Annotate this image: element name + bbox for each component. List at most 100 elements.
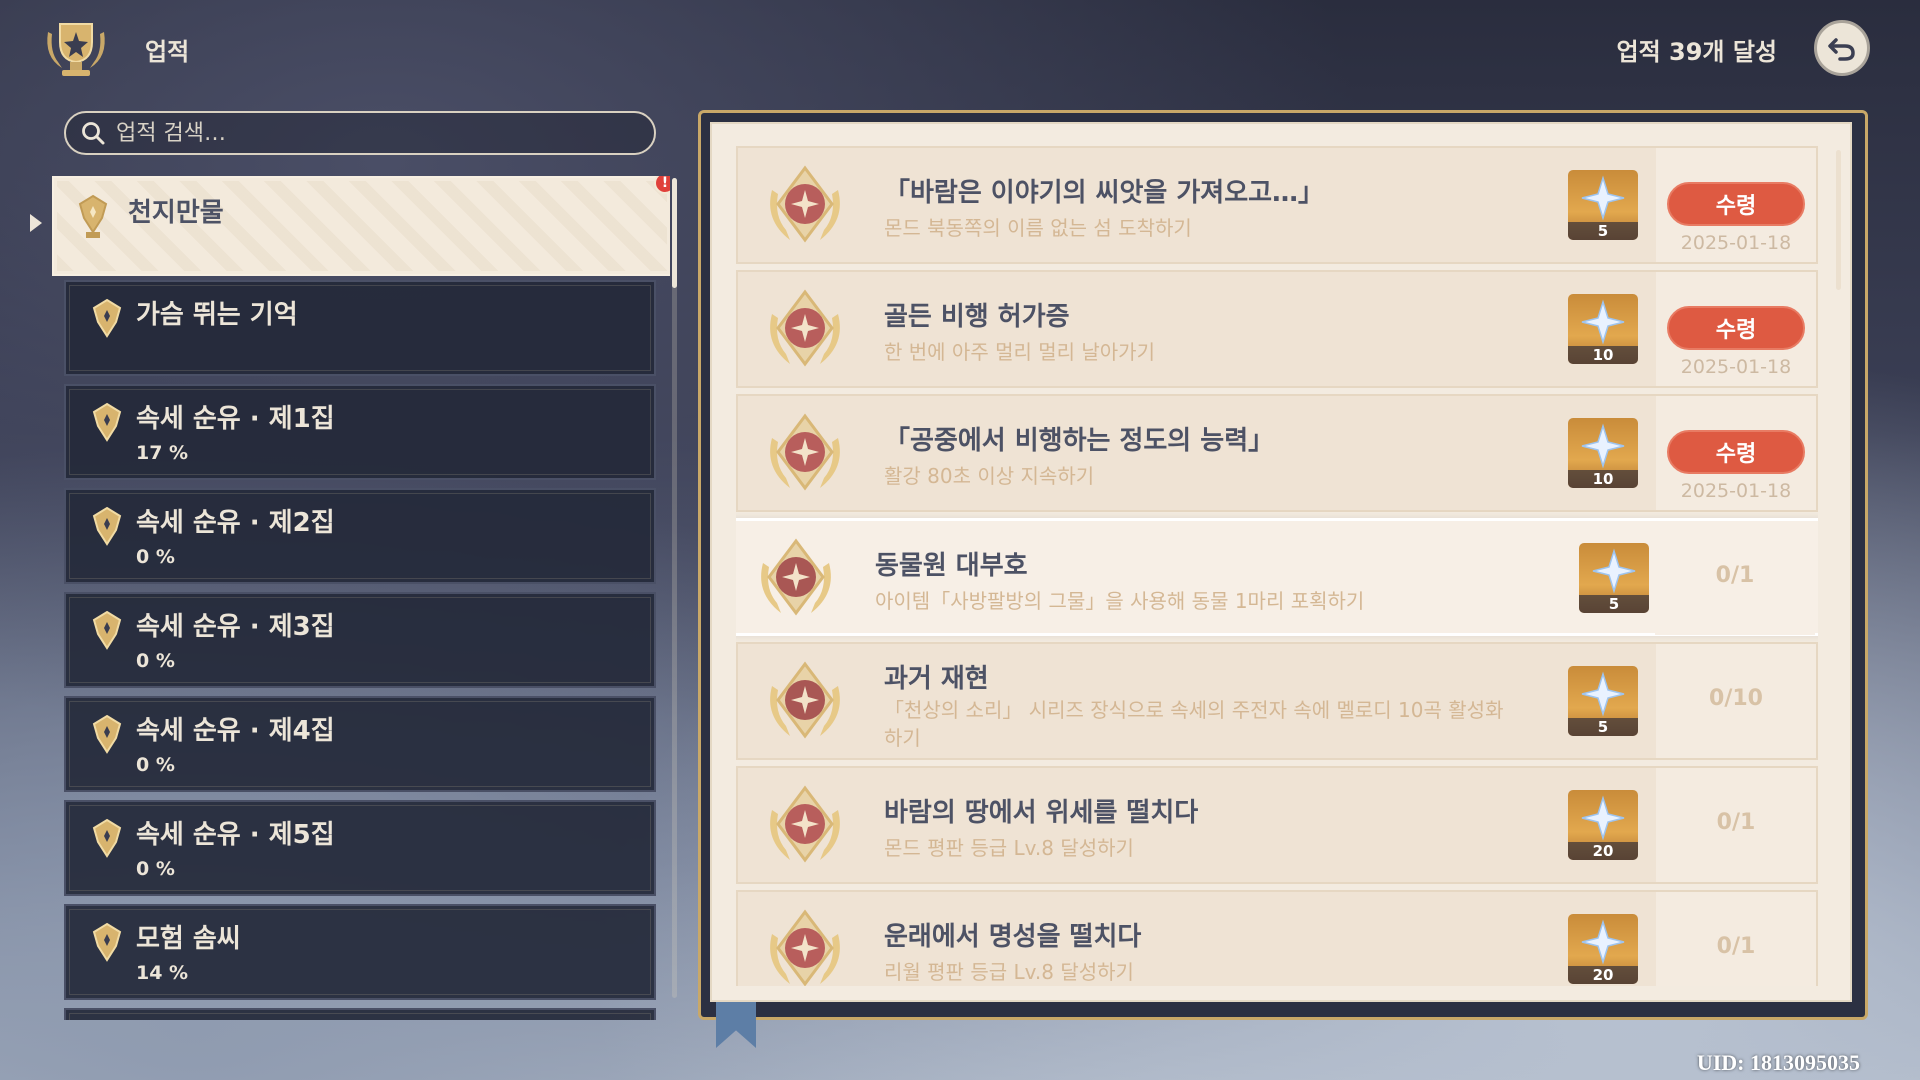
reward-item[interactable]: 5 <box>1568 666 1638 736</box>
primogem-icon <box>1581 795 1625 841</box>
category-percent: 0 % <box>136 858 175 880</box>
achievement-row: 「공중에서 비행하는 정도의 능력」 활강 80초 이상 지속하기 10 수령 … <box>736 394 1818 512</box>
achievement-row: 골든 비행 허가증 한 번에 아주 멀리 멀리 날아가기 10 수령 2025-… <box>736 270 1818 388</box>
achievement-row: 운래에서 명성을 떨치다 리월 평판 등급 Lv.8 달성하기 20 0/1 <box>736 890 1818 986</box>
category-badge-icon <box>92 922 122 962</box>
category-label: 속세 순유 · 제5집 <box>136 820 335 850</box>
category-percent: 0 % <box>136 650 175 672</box>
category-percent: 0 % <box>136 754 175 776</box>
return-arrow-icon <box>1828 38 1855 61</box>
search-input[interactable] <box>114 119 638 147</box>
progress-counter: 0/1 <box>1716 810 1756 835</box>
category-label: 속세 순유 · 제3집 <box>136 612 335 642</box>
achievement-title: 과거 재현 <box>884 664 989 694</box>
achievement-title: 골든 비행 허가증 <box>884 302 1070 332</box>
reward-item[interactable]: 10 <box>1568 418 1638 488</box>
category-label: 속세 순유 · 제4집 <box>136 716 335 746</box>
reward-quantity: 20 <box>1568 842 1638 860</box>
completion-date: 2025-01-18 <box>1680 232 1792 254</box>
achievement-medal-icon <box>770 909 840 986</box>
category-item-active[interactable]: 천지만물 ! <box>52 176 670 276</box>
category-item[interactable] <box>64 1008 656 1020</box>
primogem-icon <box>1592 548 1636 594</box>
reward-item[interactable]: 10 <box>1568 294 1638 364</box>
achievement-description: 몬드 북동쪽의 이름 없는 섬 도착하기 <box>884 216 1192 240</box>
reward-quantity: 20 <box>1568 966 1638 984</box>
category-badge-icon <box>78 194 108 238</box>
primogem-icon <box>1581 671 1625 717</box>
category-label: 속세 순유 · 제1집 <box>136 404 335 434</box>
claim-button[interactable]: 수령 <box>1667 306 1805 350</box>
selected-indicator-arrow <box>30 214 42 232</box>
achievement-medal-icon <box>770 785 840 863</box>
category-item[interactable]: 모험 솜씨 14 % <box>64 904 656 1000</box>
category-item[interactable]: 속세 순유 · 제4집 0 % <box>64 696 656 792</box>
category-label: 속세 순유 · 제2집 <box>136 508 335 538</box>
category-label: 천지만물 <box>128 198 224 228</box>
search-box[interactable] <box>64 111 656 155</box>
sidebar-scrollbar-thumb[interactable] <box>672 178 677 288</box>
category-item[interactable]: 속세 순유 · 제5집 0 % <box>64 800 656 896</box>
achievement-description: 「천상의 소리」 시리즈 장식으로 속세의 주전자 속에 멜로디 10곡 활성화… <box>884 698 1504 750</box>
category-percent: 0 % <box>136 546 175 568</box>
achievement-description: 한 번에 아주 멀리 멀리 날아가기 <box>884 340 1155 364</box>
status-panel: 수령 2025-01-18 <box>1656 148 1816 262</box>
page-title: 업적 <box>145 38 190 66</box>
achievement-medal-icon <box>770 165 840 243</box>
reward-quantity: 10 <box>1568 346 1638 364</box>
category-badge-icon <box>92 714 122 754</box>
reward-item[interactable]: 5 <box>1568 170 1638 240</box>
reward-item[interactable]: 20 <box>1568 790 1638 860</box>
category-label: 가슴 뛰는 기억 <box>136 300 298 330</box>
category-item[interactable]: 가슴 뛰는 기억 <box>64 280 656 376</box>
achievement-count: 업적 39개 달성 <box>1616 38 1777 66</box>
achievement-medal-icon <box>770 661 840 739</box>
reward-quantity: 5 <box>1579 595 1649 613</box>
progress-counter: 0/10 <box>1709 686 1763 711</box>
status-panel: 0/10 <box>1656 644 1816 758</box>
achievement-row-highlighted: 동물원 대부호 아이템「사방팔방의 그물」을 사용해 동물 1마리 포획하기 5… <box>736 518 1818 636</box>
achievement-description: 몬드 평판 등급 Lv.8 달성하기 <box>884 836 1134 860</box>
search-icon <box>82 122 105 145</box>
reward-quantity: 10 <box>1568 470 1638 488</box>
category-badge-icon <box>92 506 122 546</box>
progress-counter: 0/1 <box>1716 934 1756 959</box>
player-uid: UID: 1813095035 <box>1696 1050 1860 1075</box>
status-panel: 0/1 <box>1655 521 1815 635</box>
category-item[interactable]: 속세 순유 · 제2집 0 % <box>64 488 656 584</box>
status-panel: 수령 2025-01-18 <box>1656 272 1816 386</box>
status-panel: 0/1 <box>1656 892 1816 986</box>
category-percent: 14 % <box>136 962 189 984</box>
completion-date: 2025-01-18 <box>1680 480 1792 502</box>
achievement-description: 아이템「사방팔방의 그물」을 사용해 동물 1마리 포획하기 <box>875 589 1365 613</box>
reward-item[interactable]: 5 <box>1579 543 1649 613</box>
claim-button[interactable]: 수령 <box>1667 430 1805 474</box>
achievement-title: 「공중에서 비행하는 정도의 능력」 <box>884 426 1275 456</box>
achievement-row: 과거 재현 「천상의 소리」 시리즈 장식으로 속세의 주전자 속에 멜로디 1… <box>736 642 1818 760</box>
reward-item[interactable]: 20 <box>1568 914 1638 984</box>
category-label: 모험 솜씨 <box>136 924 241 954</box>
achievement-list: 「바람은 이야기의 씨앗을 가져오고…」 몬드 북동쪽의 이름 없는 섬 도착하… <box>736 146 1818 986</box>
reward-quantity: 5 <box>1568 222 1638 240</box>
category-item[interactable]: 속세 순유 · 제3집 0 % <box>64 592 656 688</box>
achievement-list-scrollbar[interactable] <box>1836 150 1841 290</box>
back-button[interactable] <box>1814 20 1870 76</box>
achievement-title: 운래에서 명성을 떨치다 <box>884 922 1142 952</box>
primogem-icon <box>1581 919 1625 965</box>
achievement-title: 바람의 땅에서 위세를 떨치다 <box>884 798 1199 828</box>
category-badge-icon <box>92 610 122 650</box>
claim-button[interactable]: 수령 <box>1667 182 1805 226</box>
category-percent: 17 % <box>136 442 189 464</box>
achievement-medal-icon <box>770 413 840 491</box>
sidebar-scrollbar-track[interactable] <box>672 178 677 998</box>
achievement-description: 활강 80초 이상 지속하기 <box>884 464 1095 488</box>
reward-quantity: 5 <box>1568 718 1638 736</box>
status-panel: 수령 2025-01-18 <box>1656 396 1816 510</box>
achievement-title: 동물원 대부호 <box>875 551 1028 581</box>
category-item[interactable]: 속세 순유 · 제1집 17 % <box>64 384 656 480</box>
achievement-row: 「바람은 이야기의 씨앗을 가져오고…」 몬드 북동쪽의 이름 없는 섬 도착하… <box>736 146 1818 264</box>
achievement-description: 리월 평판 등급 Lv.8 달성하기 <box>884 960 1134 984</box>
primogem-icon <box>1581 175 1625 221</box>
category-badge-icon <box>92 402 122 442</box>
achievement-medal-icon <box>770 289 840 367</box>
